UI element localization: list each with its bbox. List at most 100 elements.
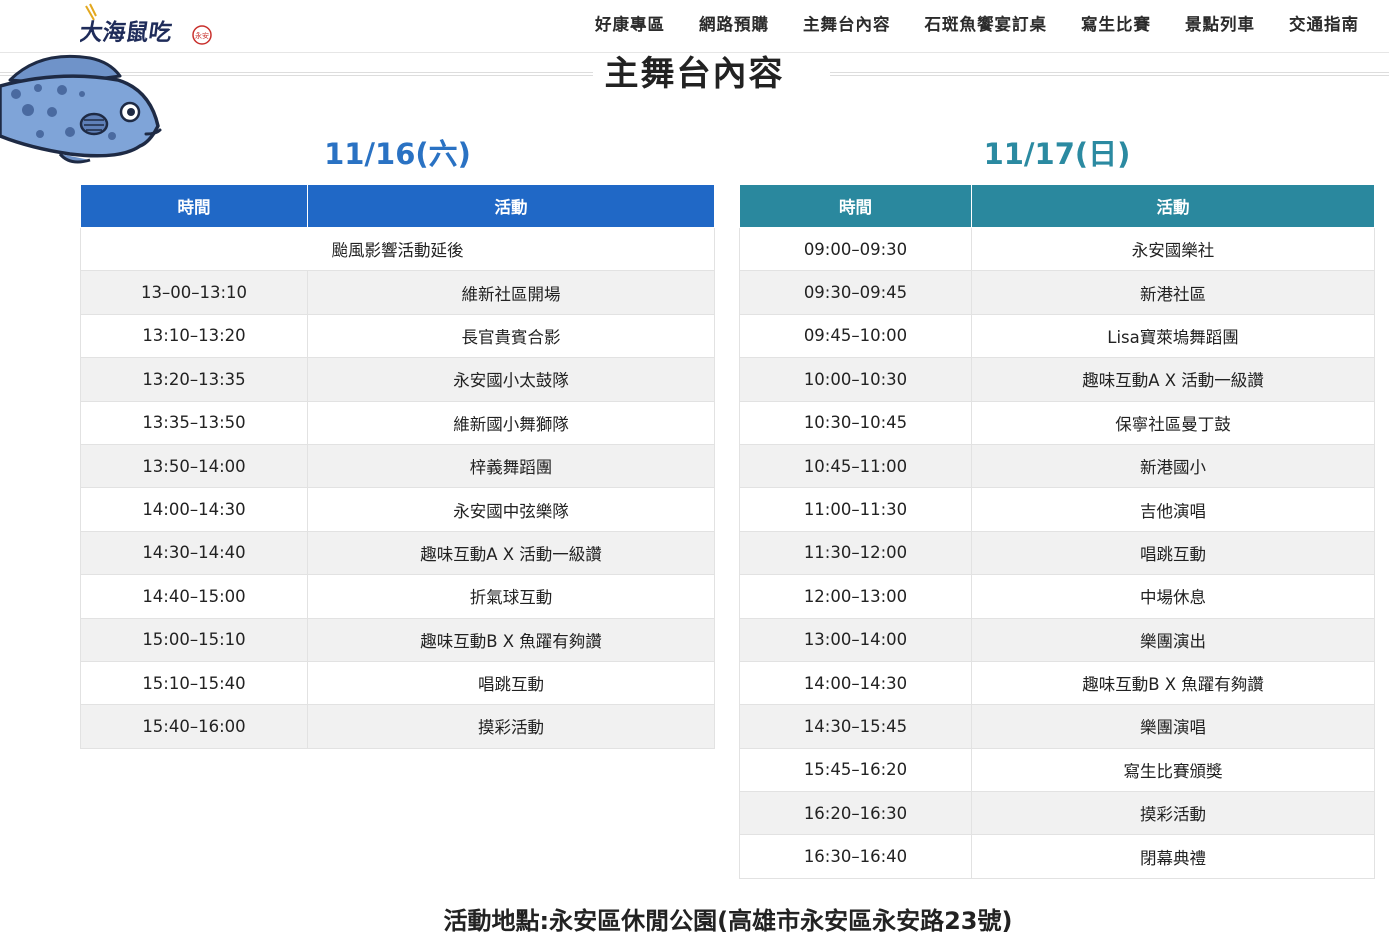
table-row: 09:45–10:00 Lisa寶萊塢舞蹈團 bbox=[739, 313, 1375, 359]
time-cell: 15:00–15:10 bbox=[80, 617, 308, 662]
time-cell: 11:00–11:30 bbox=[739, 487, 972, 532]
table-row: 14:40–15:00 折氣球互動 bbox=[80, 574, 715, 619]
activity-cell: 寫生比賽頒獎 bbox=[971, 747, 1375, 793]
main-nav: 好康專區 網路預購 主舞台內容 石斑魚饗宴訂桌 寫生比賽 景點列車 交通指南 bbox=[561, 0, 1359, 46]
activity-cell: 永安國中弦樂隊 bbox=[307, 487, 715, 532]
time-cell: 14:30–15:45 bbox=[739, 704, 972, 749]
table-row: 13–00–13:10 維新社區開場 bbox=[80, 270, 715, 315]
sunday-table-body: 09:00–09:30 永安國樂社 09:30–09:45 新港社區 09:45–10:… bbox=[739, 226, 1375, 879]
activity-cell: 樂團演唱 bbox=[971, 704, 1375, 749]
activity-cell: 梓義舞蹈團 bbox=[307, 443, 715, 489]
activity-cell: 趣味互動B X 魚躍有夠讚 bbox=[307, 617, 715, 662]
activity-cell: 閉幕典禮 bbox=[971, 834, 1375, 879]
activity-cell: 長官貴賓合影 bbox=[307, 313, 715, 359]
saturday-schedule: 11/16(六) 時間 活動 颱風影響活動延後 13–00–13:10 維新社區開… bbox=[80, 133, 715, 749]
activity-cell: 中場休息 bbox=[971, 574, 1375, 619]
activity-cell: 保寧社區曼丁鼓 bbox=[971, 400, 1375, 445]
time-cell: 13:35–13:50 bbox=[80, 400, 308, 445]
activity-cell: 趣味互動A X 活動一級讚 bbox=[971, 357, 1375, 402]
activity-cell: 維新社區開場 bbox=[307, 270, 715, 315]
activity-cell: 趣味互動B X 魚躍有夠讚 bbox=[971, 660, 1375, 706]
table-row: 13:00–14:00 樂團演出 bbox=[739, 617, 1375, 662]
logo-seal-text: 永安 bbox=[195, 31, 209, 40]
time-cell: 13:50–14:00 bbox=[80, 443, 308, 489]
nav-item-deals[interactable]: 好康專區 bbox=[595, 11, 665, 35]
table-row: 15:00–15:10 趣味互動B X 魚躍有夠讚 bbox=[80, 617, 715, 662]
table-header-row: 時間 活動 bbox=[80, 184, 715, 228]
column-header-time: 時間 bbox=[80, 184, 308, 228]
site-logo[interactable]: 大海鼠吃 永安 bbox=[78, 2, 220, 50]
nav-item-sightseeing-train[interactable]: 景點列車 bbox=[1185, 11, 1255, 35]
activity-cell: 摸彩活動 bbox=[307, 704, 715, 749]
column-header-time: 時間 bbox=[739, 184, 972, 228]
column-header-activity: 活動 bbox=[307, 184, 715, 228]
table-row: 14:30–15:45 樂團演唱 bbox=[739, 704, 1375, 749]
time-cell: 13:20–13:35 bbox=[80, 357, 308, 402]
activity-cell: 新港國小 bbox=[971, 443, 1375, 489]
time-cell: 12:00–13:00 bbox=[739, 574, 972, 619]
activity-cell: 趣味互動A X 活動一級讚 bbox=[307, 530, 715, 576]
time-cell: 16:30–16:40 bbox=[739, 834, 972, 879]
nav-item-main-stage[interactable]: 主舞台內容 bbox=[803, 11, 891, 35]
activity-cell: 吉他演唱 bbox=[971, 487, 1375, 532]
nav-item-preorder[interactable]: 網路預購 bbox=[699, 11, 769, 35]
table-row: 14:00–14:30 趣味互動B X 魚躍有夠讚 bbox=[739, 660, 1375, 706]
time-cell: 09:45–10:00 bbox=[739, 313, 972, 359]
table-row: 12:00–13:00 中場休息 bbox=[739, 574, 1375, 619]
sunday-schedule: 11/17(日) 時間 活動 09:00–09:30 永安國樂社 09:30–09:… bbox=[739, 133, 1375, 879]
table-row: 11:00–11:30 吉他演唱 bbox=[739, 487, 1375, 532]
saturday-date-heading: 11/16(六) bbox=[324, 137, 471, 171]
time-cell: 15:10–15:40 bbox=[80, 660, 308, 706]
time-cell: 09:00–09:30 bbox=[739, 226, 972, 272]
table-row: 10:45–11:00 新港國小 bbox=[739, 443, 1375, 489]
time-cell: 14:00–14:30 bbox=[80, 487, 308, 532]
table-row: 16:30–16:40 閉幕典禮 bbox=[739, 834, 1375, 879]
saturday-schedule-table: 時間 活動 颱風影響活動延後 13–00–13:10 維新社區開場 13:10–13… bbox=[80, 184, 715, 749]
event-location: 活動地點:永安區休閒公園(高雄市永安區永安路23號) bbox=[443, 907, 1013, 935]
site-header: 大海鼠吃 永安 好康專區 網路預購 主舞台內容 石斑魚饗宴訂桌 寫生比賽 景點列… bbox=[0, 0, 1389, 53]
grouper-fish-illustration bbox=[0, 50, 165, 170]
time-cell: 09:30–09:45 bbox=[739, 270, 972, 315]
activity-cell: 摸彩活動 bbox=[971, 791, 1375, 836]
activity-cell: 折氣球互動 bbox=[307, 574, 715, 619]
time-cell: 11:30–12:00 bbox=[739, 530, 972, 576]
table-row: 16:20–16:30 摸彩活動 bbox=[739, 791, 1375, 836]
logo-text: 大海鼠吃 bbox=[80, 19, 174, 46]
activity-cell: Lisa寶萊塢舞蹈團 bbox=[971, 313, 1375, 359]
table-row: 13:50–14:00 梓義舞蹈團 bbox=[80, 443, 715, 489]
section-title-bar: 主舞台內容 bbox=[0, 52, 1389, 96]
time-cell: 16:20–16:30 bbox=[739, 791, 972, 836]
table-row: 10:30–10:45 保寧社區曼丁鼓 bbox=[739, 400, 1375, 445]
time-cell: 14:00–14:30 bbox=[739, 660, 972, 706]
time-cell: 10:30–10:45 bbox=[739, 400, 972, 445]
table-row: 10:00–10:30 趣味互動A X 活動一級讚 bbox=[739, 357, 1375, 402]
nav-item-transport-guide[interactable]: 交通指南 bbox=[1289, 11, 1359, 35]
sunday-schedule-table: 時間 活動 09:00–09:30 永安國樂社 09:30–09:45 新港社區 09:… bbox=[739, 184, 1375, 879]
time-cell: 13–00–13:10 bbox=[80, 270, 308, 315]
table-row: 13:35–13:50 維新國小舞獅隊 bbox=[80, 400, 715, 445]
activity-cell: 維新國小舞獅隊 bbox=[307, 400, 715, 445]
nav-item-banquet-booking[interactable]: 石斑魚饗宴訂桌 bbox=[925, 11, 1048, 35]
time-cell: 14:40–15:00 bbox=[80, 574, 308, 619]
activity-cell: 樂團演出 bbox=[971, 617, 1375, 662]
table-row: 15:10–15:40 唱跳互動 bbox=[80, 660, 715, 706]
time-cell: 10:45–11:00 bbox=[739, 443, 972, 489]
table-row: 14:00–14:30 永安國中弦樂隊 bbox=[80, 487, 715, 532]
table-row: 15:45–16:20 寫生比賽頒獎 bbox=[739, 747, 1375, 793]
table-row: 15:40–16:00 摸彩活動 bbox=[80, 704, 715, 749]
table-row: 14:30–14:40 趣味互動A X 活動一級讚 bbox=[80, 530, 715, 576]
activity-cell: 新港社區 bbox=[971, 270, 1375, 315]
time-cell: 14:30–14:40 bbox=[80, 530, 308, 576]
nav-item-sketch-contest[interactable]: 寫生比賽 bbox=[1081, 11, 1151, 35]
time-cell: 13:00–14:00 bbox=[739, 617, 972, 662]
table-row-notice: 颱風影響活動延後 bbox=[80, 226, 715, 272]
table-header-row: 時間 活動 bbox=[739, 184, 1375, 228]
table-row: 11:30–12:00 唱跳互動 bbox=[739, 530, 1375, 576]
activity-cell: 唱跳互動 bbox=[307, 660, 715, 706]
activity-cell: 永安國樂社 bbox=[971, 226, 1375, 272]
logo-graphic: 大海鼠吃 永安 bbox=[78, 3, 212, 46]
sunday-date-heading: 11/17(日) bbox=[983, 137, 1131, 171]
time-cell: 10:00–10:30 bbox=[739, 357, 972, 402]
table-row: 13:20–13:35 永安國小太鼓隊 bbox=[80, 357, 715, 402]
time-cell: 15:45–16:20 bbox=[739, 747, 972, 793]
